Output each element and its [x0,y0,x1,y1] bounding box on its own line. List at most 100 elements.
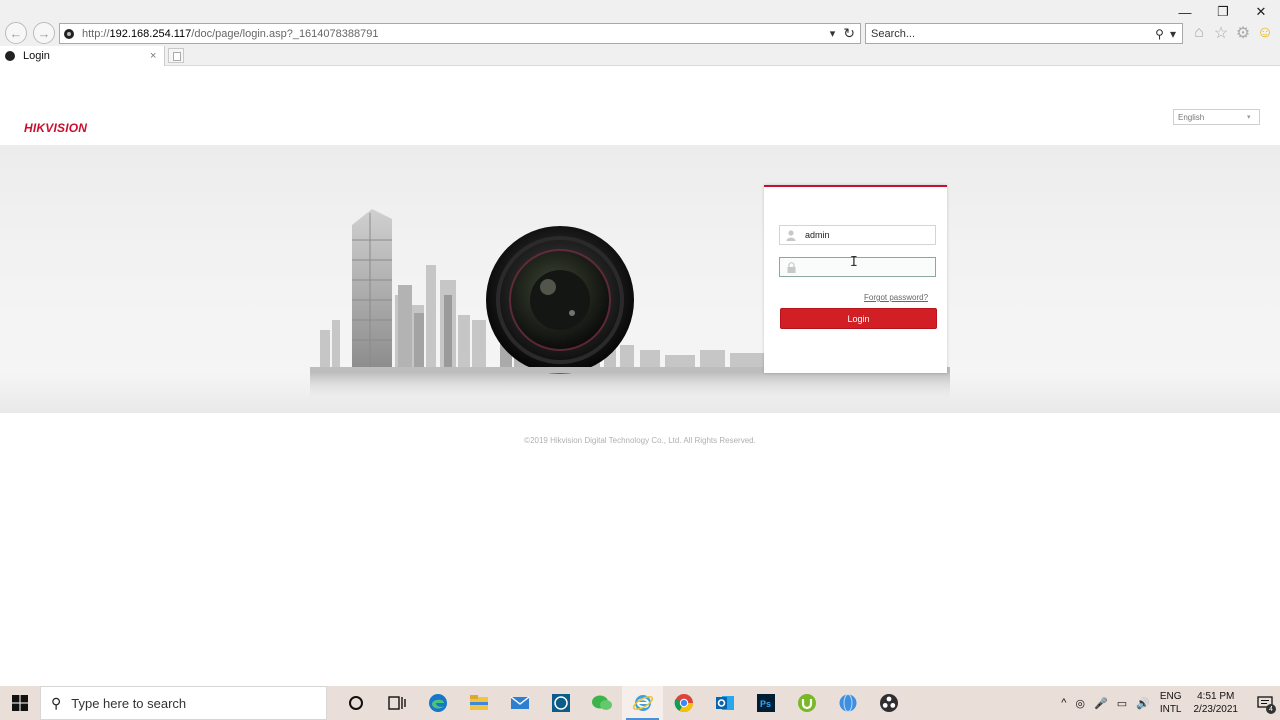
task-view-button[interactable] [376,686,417,720]
language-line-1: ENG [1159,691,1182,702]
internet-explorer-button[interactable] [622,686,663,720]
url-prefix: http:// [82,27,110,40]
taskbar-search-placeholder: Type here to search [71,695,187,711]
url-host: 192.168.254.117 [109,27,192,40]
hero-banner [0,145,1280,413]
windows-logo-icon [12,695,28,711]
browser-search-box[interactable]: Search... ⚲ ▾ [865,23,1183,44]
settings-gear-icon[interactable]: ⚙ [1234,23,1252,43]
restore-button[interactable]: ❐ [1204,0,1242,24]
cortana-circle-icon [348,696,363,710]
taskbar: ⚲ Type here to search Ps ^ ◎ 🎤 ▭ 🔊 ENG I… [0,686,1280,720]
app-globe-button[interactable] [827,686,868,720]
window-controls: — ❐ ✕ [1166,0,1280,24]
chevron-down-icon: ▾ [1247,114,1251,121]
wechat-icon [591,695,612,710]
edge-icon [428,694,447,712]
clock-date: 2/23/2021 [1193,704,1239,715]
address-dropdown-icon[interactable]: ▾ [830,27,836,40]
username-field[interactable] [779,225,936,245]
microphone-icon[interactable]: 🎤 [1094,697,1108,710]
edge-browser-button[interactable] [417,686,458,720]
home-icon[interactable]: ⌂ [1190,23,1208,43]
folder-icon [469,695,488,710]
new-tab-button[interactable] [168,48,184,63]
lock-icon [780,258,802,276]
favorites-star-icon[interactable]: ☆ [1212,23,1230,43]
clock[interactable]: 4:51 PM 2/23/2021 [1194,690,1251,716]
tab-close-icon[interactable]: × [150,50,164,62]
cortana-button[interactable] [335,686,376,720]
system-tray: ^ ◎ 🎤 ▭ 🔊 ENG INTL 4:51 PM 2/23/2021 4 [1061,686,1280,720]
tab-title: Login [23,50,50,62]
clock-time: 4:51 PM [1197,691,1235,702]
username-input[interactable] [802,230,930,240]
user-icon [780,226,802,244]
browser-search-placeholder: Search... [871,27,916,40]
start-button[interactable] [0,686,40,720]
address-bar[interactable]: http://192.168.254.117/doc/page/login.as… [59,23,861,44]
close-window-button[interactable]: ✕ [1242,0,1280,24]
tray-app-icon[interactable]: ◎ [1075,697,1085,710]
back-button[interactable]: ← [5,22,27,44]
url-path: /doc/page/login.asp?_1614078388791 [191,27,379,40]
tab-login[interactable]: Login × [0,46,165,66]
taskbar-apps: Ps [335,686,909,720]
language-select[interactable]: English ▾ [1173,109,1260,125]
tab-favicon-icon [5,51,15,61]
city-skyline-image [310,209,950,403]
site-favicon-icon [64,28,74,39]
login-panel: Forgot password? Login [764,185,947,373]
taskbar-search-box[interactable]: ⚲ Type here to search [40,686,327,720]
battery-icon[interactable]: ▭ [1117,697,1127,710]
dell-icon [551,694,570,712]
globe-app-icon [839,694,856,712]
browser-toolbar-right: ⌂ ☆ ⚙ ☺ [1190,23,1274,43]
chrome-icon [674,694,693,713]
notification-center-button[interactable]: 4 [1250,686,1280,720]
language-line-2: INTL [1159,704,1182,715]
forward-button[interactable]: → [33,22,55,44]
screen: — ❐ ✕ ← → http://192.168.254.117/doc/pag… [0,0,1280,720]
url-text[interactable]: http://192.168.254.117/doc/page/login.as… [82,28,830,40]
refresh-icon[interactable]: ↻ [843,25,855,42]
internet-explorer-icon [632,695,653,711]
language-select-value: English [1178,112,1205,122]
search-icon: ⚲ [51,694,62,711]
address-tools: ▾ ↻ [830,25,860,42]
password-input[interactable] [802,262,930,272]
login-button[interactable]: Login [780,308,937,329]
file-explorer-button[interactable] [458,686,499,720]
task-view-icon [387,696,406,710]
dell-app-button[interactable] [540,686,581,720]
feedback-smiley-icon[interactable]: ☺ [1256,23,1274,43]
browser-chrome: — ❐ ✕ ← → http://192.168.254.117/doc/pag… [0,0,1280,66]
obs-button[interactable] [868,686,909,720]
hikvision-logo: HIKVISION [24,121,88,135]
mail-button[interactable] [499,686,540,720]
mail-icon [510,696,529,709]
minimize-button[interactable]: — [1166,0,1204,24]
outlook-button[interactable] [704,686,745,720]
forward-arrow-icon: → [37,25,51,41]
search-dropdown-icon[interactable]: ▾ [1170,27,1176,41]
back-arrow-icon: ← [9,25,23,41]
search-icon[interactable]: ⚲ [1155,27,1164,41]
photoshop-icon: Ps [756,694,775,712]
text-cursor-icon: I [850,255,858,270]
chrome-button[interactable] [663,686,704,720]
outlook-icon [715,696,734,710]
photoshop-button[interactable]: Ps [745,686,786,720]
wechat-button[interactable] [581,686,622,720]
show-hidden-icons-icon[interactable]: ^ [1061,697,1066,709]
notification-count-badge: 4 [1266,704,1276,714]
volume-icon[interactable]: 🔊 [1136,697,1150,710]
forgot-password-link[interactable]: Forgot password? [864,293,928,302]
obs-icon [879,694,898,712]
input-language-indicator[interactable]: ENG INTL [1160,690,1194,716]
utorrent-icon [797,694,816,712]
svg-text:Ps: Ps [760,699,771,709]
copyright-text: ©2019 Hikvision Digital Technology Co., … [524,436,756,445]
tray-icons: ^ ◎ 🎤 ▭ 🔊 [1061,697,1160,710]
utorrent-button[interactable] [786,686,827,720]
